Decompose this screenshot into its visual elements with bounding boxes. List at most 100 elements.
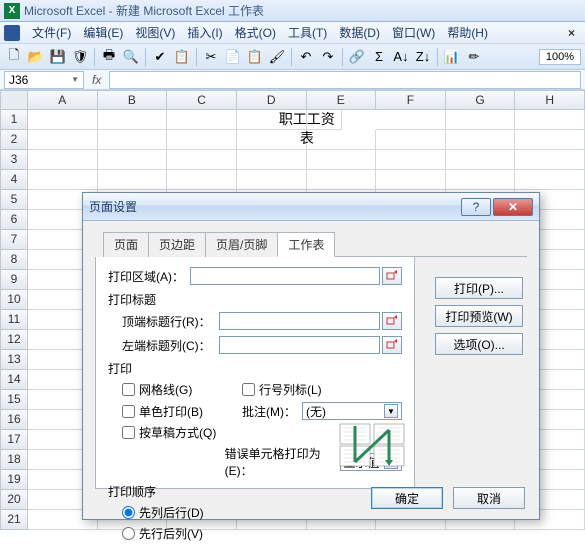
cell[interactable] — [307, 170, 377, 190]
copy-icon[interactable]: 📄 — [223, 47, 243, 67]
tab-page[interactable]: 页面 — [103, 232, 149, 257]
sort-desc-icon[interactable]: Z↓ — [413, 47, 433, 67]
row-head[interactable]: 4 — [0, 170, 28, 190]
row-col-headings-checkbox[interactable] — [242, 383, 255, 396]
menu-data[interactable]: 数据(D) — [333, 22, 386, 43]
cell[interactable] — [515, 130, 585, 150]
row-head[interactable]: 5 — [0, 190, 28, 210]
menu-view[interactable]: 视图(V) — [129, 22, 181, 43]
open-icon[interactable]: 📂 — [26, 47, 46, 67]
drawing-icon[interactable]: ✏ — [464, 47, 484, 67]
row-head[interactable]: 3 — [0, 150, 28, 170]
col-head[interactable]: H — [515, 90, 585, 110]
cell[interactable] — [98, 170, 168, 190]
cell[interactable] — [515, 110, 585, 130]
cut-icon[interactable]: ✂ — [201, 47, 221, 67]
print-area-input[interactable] — [190, 267, 380, 285]
paste-icon[interactable]: 📋 — [245, 47, 265, 67]
cell[interactable] — [307, 130, 377, 150]
print-button[interactable]: 打印(P)... — [435, 277, 523, 299]
cell[interactable] — [237, 170, 307, 190]
row-head[interactable]: 6 — [0, 210, 28, 230]
cell[interactable] — [446, 150, 516, 170]
cell[interactable] — [237, 150, 307, 170]
autosum-icon[interactable]: Σ — [369, 47, 389, 67]
dialog-help-button[interactable]: ? — [461, 198, 491, 216]
print-preview-icon[interactable]: 🔍 — [121, 47, 141, 67]
col-head[interactable]: A — [28, 90, 98, 110]
options-button[interactable]: 选项(O)... — [435, 333, 523, 355]
office-button-icon[interactable] — [4, 25, 20, 41]
menu-edit[interactable]: 编辑(E) — [77, 22, 129, 43]
name-box-dropdown-icon[interactable]: ▼ — [71, 75, 79, 84]
row-head[interactable]: 1 — [0, 110, 28, 130]
print-area-ref-button[interactable] — [382, 267, 402, 285]
row-head[interactable]: 17 — [0, 430, 28, 450]
cell[interactable] — [376, 130, 446, 150]
cell[interactable] — [376, 150, 446, 170]
format-painter-icon[interactable]: 🖌 — [267, 47, 287, 67]
row-head[interactable]: 2 — [0, 130, 28, 150]
menu-tools[interactable]: 工具(T) — [282, 22, 333, 43]
cell[interactable] — [167, 130, 237, 150]
row-head[interactable]: 19 — [0, 470, 28, 490]
cell[interactable] — [515, 170, 585, 190]
sort-asc-icon[interactable]: A↓ — [391, 47, 411, 67]
permission-icon[interactable]: 🛡 — [70, 47, 90, 67]
over-then-down-radio[interactable] — [122, 527, 135, 540]
cell[interactable] — [28, 110, 98, 130]
fx-icon[interactable]: fx — [84, 73, 109, 87]
cell[interactable] — [167, 150, 237, 170]
menu-help[interactable]: 帮助(H) — [441, 22, 494, 43]
row-head[interactable]: 15 — [0, 390, 28, 410]
gridlines-checkbox[interactable] — [122, 383, 135, 396]
cell[interactable] — [446, 130, 516, 150]
row-head[interactable]: 16 — [0, 410, 28, 430]
redo-icon[interactable]: ↷ — [318, 47, 338, 67]
row-head[interactable]: 10 — [0, 290, 28, 310]
spelling-icon[interactable]: ✔ — [150, 47, 170, 67]
save-icon[interactable]: 💾 — [48, 47, 68, 67]
name-box[interactable]: J36 ▼ — [4, 71, 84, 89]
cell[interactable] — [28, 130, 98, 150]
print-icon[interactable]: 🖶 — [99, 47, 119, 67]
hyperlink-icon[interactable]: 🔗 — [347, 47, 367, 67]
tab-margins[interactable]: 页边距 — [148, 232, 206, 257]
col-head[interactable]: C — [167, 90, 237, 110]
row-head[interactable]: 13 — [0, 350, 28, 370]
cell[interactable] — [376, 110, 446, 130]
row-head[interactable]: 14 — [0, 370, 28, 390]
col-head[interactable]: D — [237, 90, 307, 110]
row-head[interactable]: 11 — [0, 310, 28, 330]
menu-window[interactable]: 窗口(W) — [386, 22, 441, 43]
tab-sheet[interactable]: 工作表 — [277, 232, 335, 257]
menu-file[interactable]: 文件(F) — [26, 22, 77, 43]
print-preview-button[interactable]: 打印预览(W) — [435, 305, 523, 327]
zoom-combo[interactable]: 100% — [539, 49, 581, 65]
chart-icon[interactable]: 📊 — [442, 47, 462, 67]
research-icon[interactable]: 📋 — [172, 47, 192, 67]
draft-checkbox[interactable] — [122, 426, 135, 439]
row-head[interactable]: 20 — [0, 490, 28, 510]
menu-format[interactable]: 格式(O) — [229, 22, 282, 43]
rows-to-repeat-input[interactable] — [219, 312, 380, 330]
comments-combo[interactable]: (无) ▼ — [302, 402, 402, 420]
cols-to-repeat-ref-button[interactable] — [382, 336, 402, 354]
row-head[interactable]: 7 — [0, 230, 28, 250]
cell[interactable] — [167, 170, 237, 190]
cell[interactable] — [307, 150, 377, 170]
undo-icon[interactable]: ↶ — [296, 47, 316, 67]
cell[interactable] — [98, 150, 168, 170]
cancel-button[interactable]: 取消 — [453, 487, 525, 509]
black-white-checkbox[interactable] — [122, 405, 135, 418]
cell[interactable] — [446, 170, 516, 190]
row-head[interactable]: 21 — [0, 510, 28, 530]
col-head[interactable]: B — [98, 90, 168, 110]
cell[interactable]: 职工工资表 — [273, 110, 343, 130]
formula-bar[interactable] — [109, 71, 581, 89]
cell[interactable] — [98, 130, 168, 150]
col-head[interactable]: E — [307, 90, 377, 110]
menu-insert[interactable]: 插入(I) — [181, 22, 228, 43]
cell[interactable] — [446, 110, 516, 130]
dropdown-icon[interactable]: ▼ — [384, 404, 398, 418]
